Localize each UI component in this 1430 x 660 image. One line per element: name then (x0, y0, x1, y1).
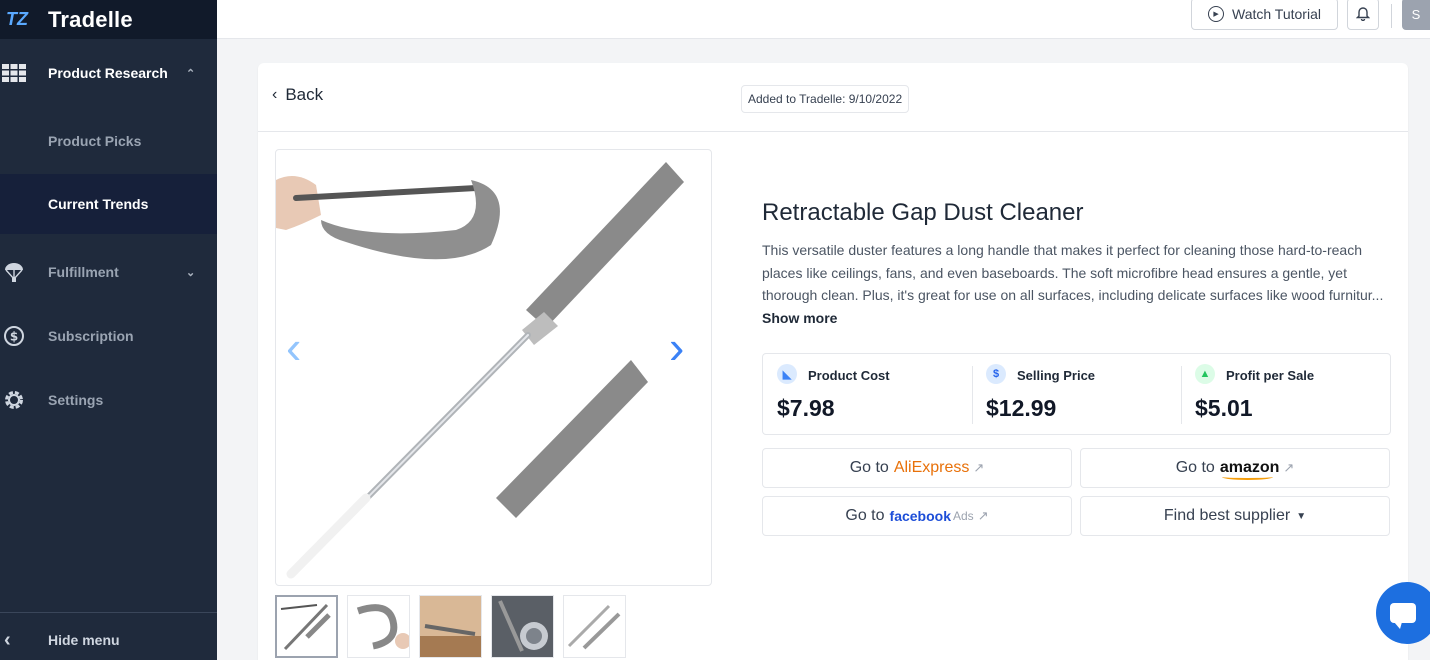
pricing-metrics: ◣ Product Cost $7.98 $ Selling Price $12… (762, 353, 1391, 435)
tradelle-logo-icon: TZ (6, 9, 28, 29)
metric-value: $7.98 (777, 395, 835, 421)
chevron-down-icon: ⌄ (186, 266, 196, 279)
gear-icon (0, 386, 28, 414)
sidebar-item-label: Settings (48, 392, 104, 408)
product-image-carousel[interactable]: ‹ › (275, 149, 712, 586)
sidebar-item-label: Product Picks (48, 133, 142, 149)
sidebar-item-product-picks[interactable]: Product Picks (0, 122, 217, 160)
notifications-button[interactable] (1347, 0, 1379, 30)
sidebar-item-current-trends[interactable]: Current Trends (0, 174, 217, 234)
svg-text:$: $ (10, 330, 18, 344)
sidebar-item-label: Fulfillment (48, 264, 119, 280)
aliexpress-logo: AliExpress (893, 459, 970, 476)
chevron-left-icon: ‹ (4, 628, 11, 651)
topbar-divider (1391, 4, 1392, 28)
external-link-icon: ↗ (977, 508, 989, 523)
amazon-logo: amazon (1219, 459, 1280, 480)
carousel-next-button[interactable]: › (669, 320, 684, 374)
thumbnail[interactable] (275, 595, 338, 658)
sidebar-item-fulfillment[interactable]: Fulfillment ⌄ (0, 258, 217, 286)
ads-label: Ads (953, 509, 974, 523)
carousel-prev-button[interactable]: ‹ (286, 320, 301, 374)
metric-product-cost: ◣ Product Cost $7.98 (763, 354, 972, 434)
topbar: ▶ Watch Tutorial S (217, 0, 1430, 39)
sidebar-item-settings[interactable]: Settings (0, 386, 217, 414)
description-text: This versatile duster features a long ha… (762, 242, 1384, 303)
brand[interactable]: TZ Tradelle (0, 0, 217, 39)
go-to-amazon-button[interactable]: Go to amazon ↗ (1080, 448, 1390, 488)
chevron-up-icon: ⌃ (186, 67, 196, 80)
back-label: Back (285, 85, 324, 104)
sidebar-item-product-research[interactable]: Product Research ⌃ (0, 58, 217, 88)
find-best-supplier-dropdown[interactable]: Find best supplier ▼ (1080, 496, 1390, 536)
metric-label: Product Cost (808, 368, 890, 383)
facebook-logo: facebook (889, 508, 951, 524)
dollar-icon: $ (986, 364, 1006, 384)
parachute-icon (0, 258, 28, 286)
money-bag-icon: ▲ (1195, 364, 1215, 384)
watch-tutorial-button[interactable]: ▶ Watch Tutorial (1191, 0, 1338, 30)
thumbnail[interactable] (563, 595, 626, 658)
product-title: Retractable Gap Dust Cleaner (762, 199, 1084, 226)
thumbnail-strip (275, 595, 635, 658)
back-button[interactable]: ‹ Back (272, 85, 323, 105)
thumbnail[interactable] (491, 595, 554, 658)
metric-value: $5.01 (1195, 395, 1253, 421)
caret-down-icon: ▼ (1296, 510, 1307, 522)
find-supplier-label: Find best supplier (1163, 507, 1291, 524)
sidebar-divider (0, 612, 217, 613)
thumbnail[interactable] (419, 595, 482, 658)
card-header: ‹ Back Added to Tradelle: 9/10/2022 (258, 63, 1408, 132)
grid-icon (0, 59, 28, 87)
product-description: This versatile duster features a long ha… (762, 239, 1392, 329)
sidebar-item-label: Subscription (48, 328, 134, 344)
go-to-label: Go to (849, 459, 889, 476)
chat-icon (1390, 603, 1416, 629)
metric-label: Profit per Sale (1226, 368, 1315, 383)
hide-menu-label: Hide menu (48, 632, 120, 648)
go-to-label: Go to (845, 507, 885, 524)
external-link-icon: ↗ (973, 460, 985, 475)
product-card: ‹ Back Added to Tradelle: 9/10/2022 ‹ › (258, 63, 1408, 660)
sidebar-item-label: Product Research (48, 65, 168, 81)
metric-profit-per-sale: ▲ Profit per Sale $5.01 (1181, 354, 1390, 434)
chevron-left-icon: ‹ (272, 86, 278, 103)
metric-label: Selling Price (1017, 368, 1096, 383)
product-image (276, 162, 684, 579)
watch-tutorial-label: Watch Tutorial (1232, 6, 1321, 22)
sidebar-item-label: Current Trends (48, 196, 149, 212)
chat-widget-button[interactable] (1376, 582, 1430, 644)
sidebar: TZ Tradelle Product Research ⌃ Product P… (0, 0, 217, 660)
play-circle-icon: ▶ (1208, 6, 1225, 22)
cart-icon: ◣ (777, 364, 797, 384)
bell-icon (1355, 5, 1371, 24)
go-to-facebook-ads-button[interactable]: Go to facebook Ads ↗ (762, 496, 1072, 536)
dollar-circle-icon: $ (0, 322, 28, 350)
avatar[interactable]: S (1402, 0, 1430, 30)
thumbnail[interactable] (347, 595, 410, 658)
metric-value: $12.99 (986, 395, 1057, 421)
go-to-label: Go to (1175, 459, 1215, 476)
added-date-badge: Added to Tradelle: 9/10/2022 (741, 85, 910, 113)
brand-name: Tradelle (48, 6, 133, 32)
external-link-icon: ↗ (1283, 460, 1295, 475)
metric-selling-price: $ Selling Price $12.99 (972, 354, 1181, 434)
hide-menu-button[interactable]: ‹ Hide menu (0, 624, 217, 656)
sidebar-item-subscription[interactable]: $ Subscription (0, 322, 217, 350)
go-to-aliexpress-button[interactable]: Go to AliExpress ↗ (762, 448, 1072, 488)
show-more-link[interactable]: Show more (762, 310, 837, 326)
